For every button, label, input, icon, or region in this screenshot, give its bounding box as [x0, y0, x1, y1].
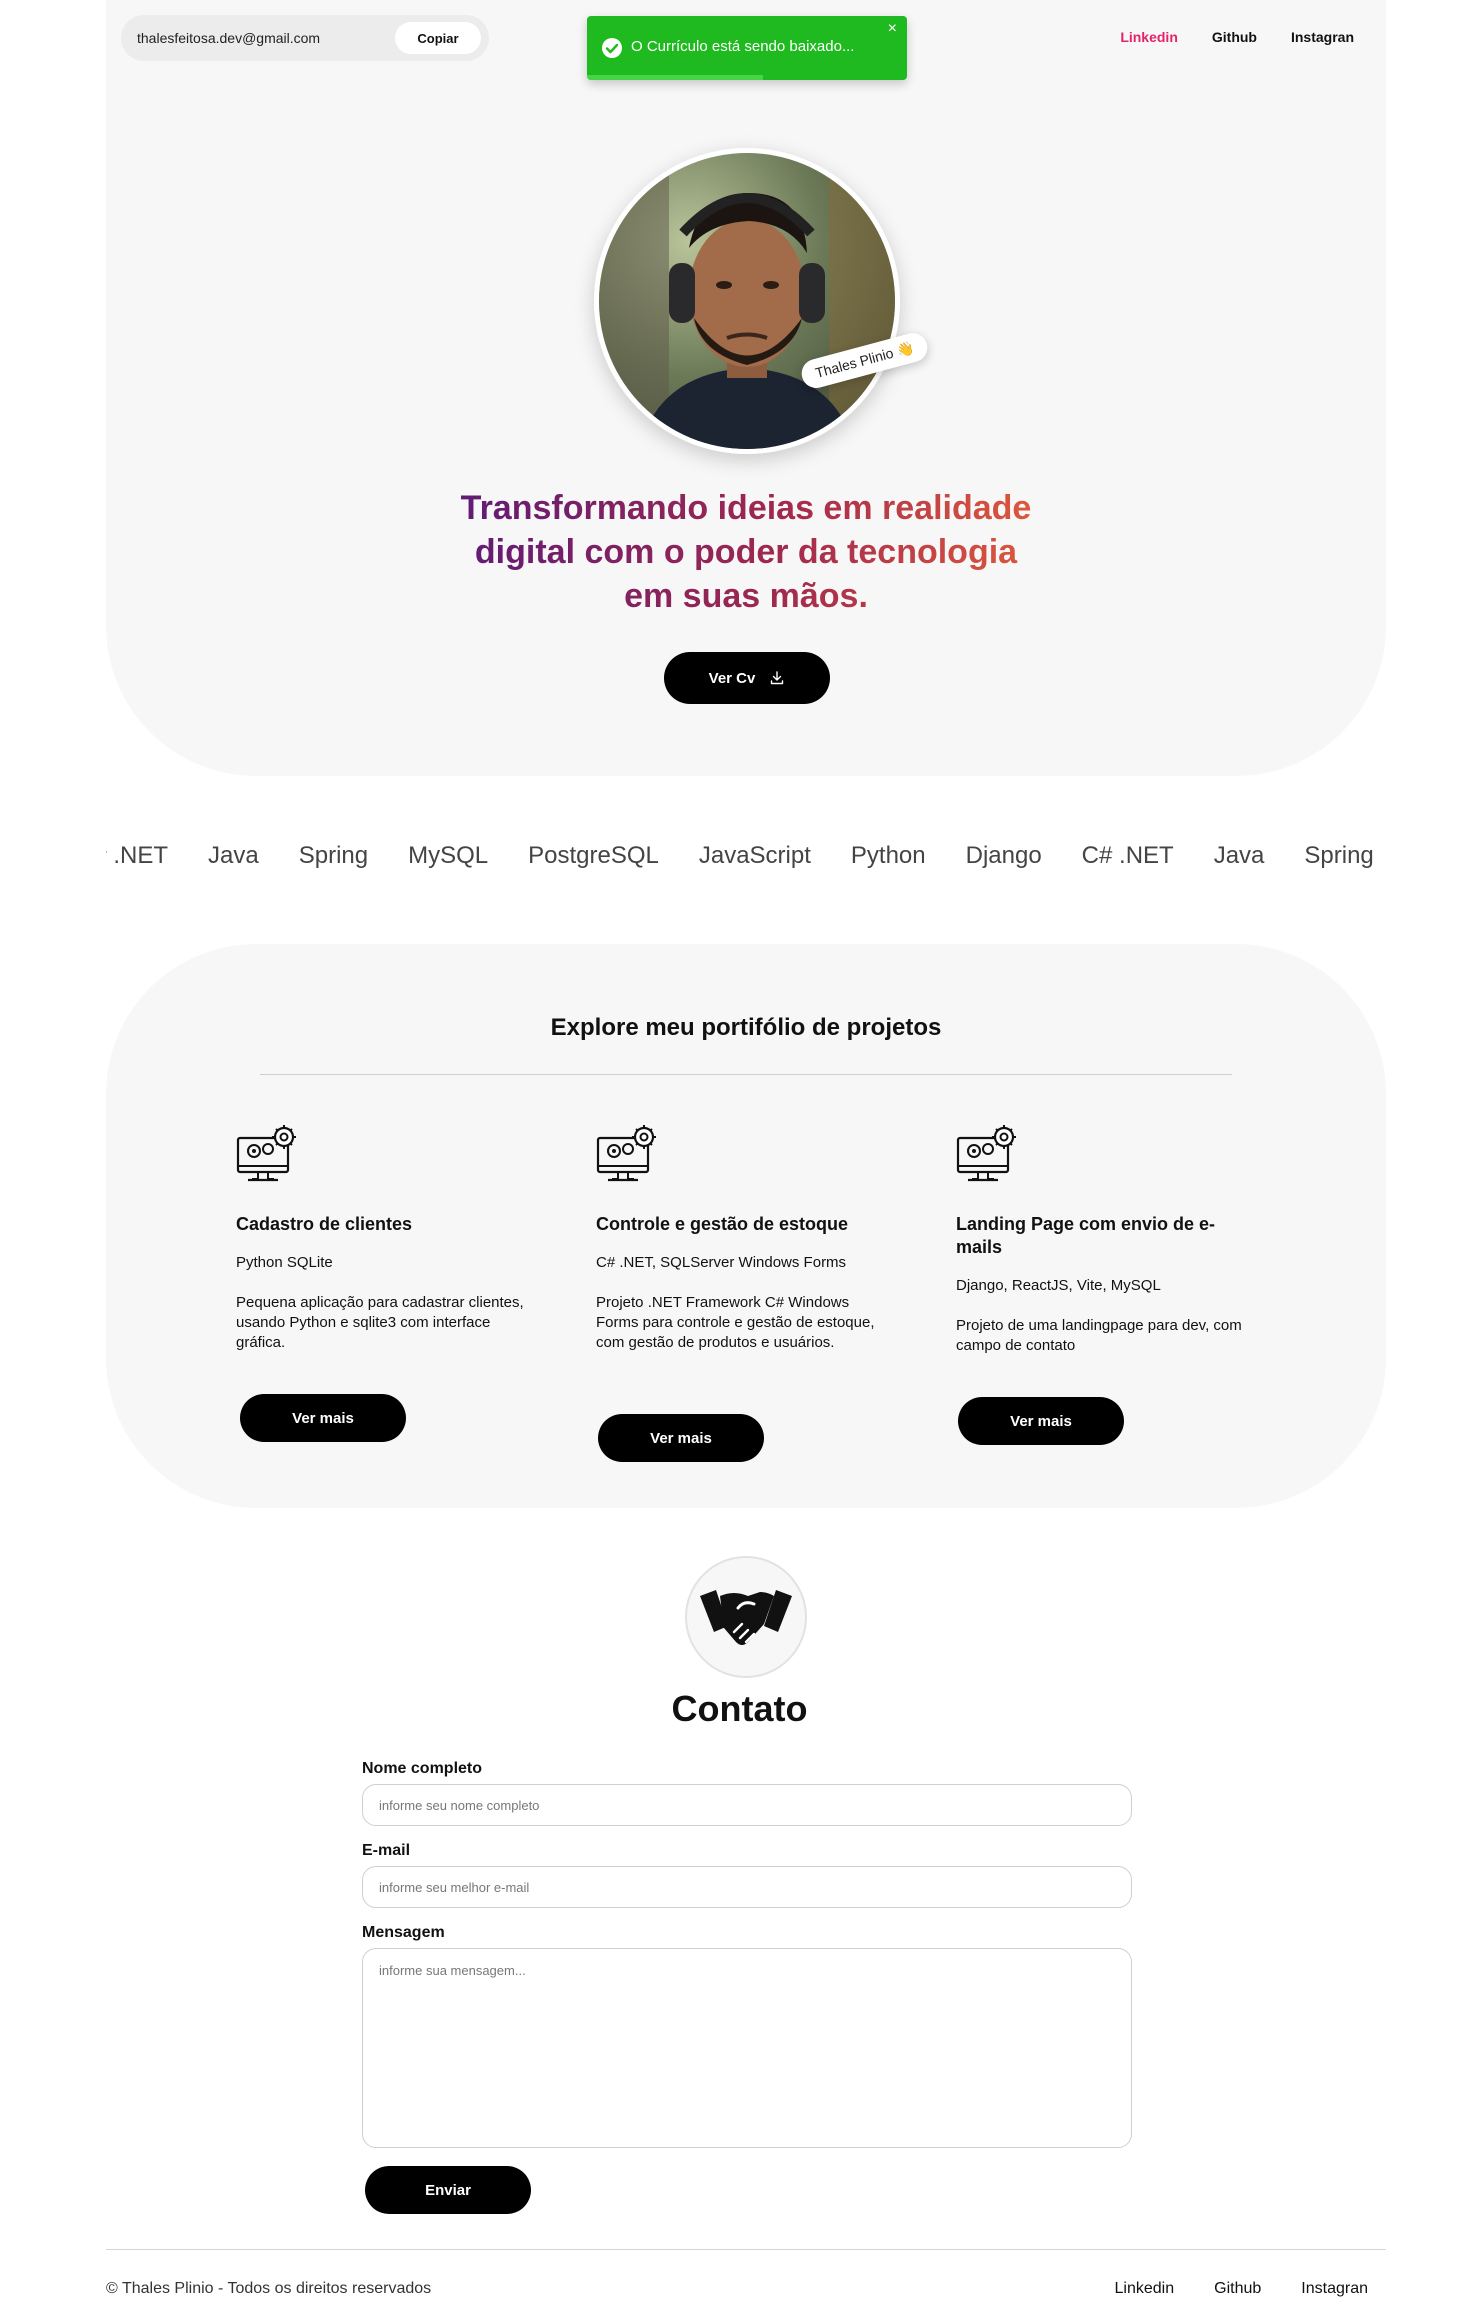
- skill-item: Spring: [1304, 842, 1374, 869]
- skill-item: Spring: [298, 842, 369, 869]
- project-title: Cadastro de clientes: [236, 1214, 413, 1234]
- skill-item: Python: [850, 842, 926, 869]
- project-more-button[interactable]: Ver mais: [598, 1414, 764, 1462]
- contact-form: Nome completo E-mail Mensagem: [362, 1760, 1132, 2169]
- footer-nav: Linkedin Github Instagran: [1115, 2280, 1368, 2298]
- project-title: Controle e gestão de estoque: [596, 1214, 849, 1234]
- project-more-button[interactable]: Ver mais: [958, 1397, 1124, 1445]
- footer-link-linkedin[interactable]: Linkedin: [1115, 2280, 1175, 2298]
- project-description: Pequena aplicação para cadastrar cliente…: [236, 1294, 524, 1351]
- footer-link-instagram[interactable]: Instagran: [1301, 2280, 1368, 2298]
- toast-progress-bar: [587, 75, 763, 80]
- skill-item: Java: [1213, 842, 1265, 869]
- message-group: Mensagem: [362, 1924, 1132, 2153]
- name-group: Nome completo: [362, 1760, 1132, 1826]
- project-title: Landing Page com envio de e-mails: [956, 1214, 1216, 1257]
- project-description: Projeto de uma landingpage para dev, com…: [956, 1317, 1242, 1354]
- footer-copyright: © Thales Plinio - Todos os direitos rese…: [106, 2280, 432, 2297]
- name-label: Nome completo: [362, 1760, 483, 1777]
- computer-gear-icon: [596, 1125, 656, 1182]
- message-label: Mensagem: [362, 1924, 445, 1941]
- project-card: Landing Page com envio de e-mails Django…: [956, 1124, 1246, 1356]
- check-circle-icon: [602, 38, 622, 58]
- email-label: E-mail: [362, 1842, 411, 1859]
- message-textarea[interactable]: [362, 1948, 1132, 2148]
- nav-link-instagram[interactable]: Instagran: [1291, 29, 1354, 45]
- copy-email-button[interactable]: Copiar: [395, 22, 481, 54]
- portfolio-title: Explore meu portifólio de projetos: [550, 1014, 942, 1041]
- nav-link-github[interactable]: Github: [1212, 29, 1257, 45]
- email-input[interactable]: [362, 1866, 1132, 1908]
- waving-hand-icon: 👋: [894, 339, 916, 360]
- view-cv-label: Ver Cv: [708, 669, 756, 687]
- hero-section: thalesfeitosa.dev@gmail.com Copiar Linke…: [106, 0, 1386, 776]
- project-tech: Django, ReactJS, Vite, MySQL: [956, 1277, 1161, 1294]
- project-card: Controle e gestão de estoque C# .NET, SQ…: [596, 1124, 886, 1353]
- computer-gear-icon: [956, 1125, 1016, 1182]
- nav-link-linkedin[interactable]: Linkedin: [1120, 29, 1178, 45]
- skill-item: JavaScript: [698, 842, 811, 869]
- download-toast: O Currículo está sendo baixado... ×: [587, 16, 907, 80]
- footer-link-github[interactable]: Github: [1214, 2280, 1261, 2298]
- project-card: Cadastro de clientes Python SQLite Peque…: [236, 1124, 526, 1353]
- project-tech: C# .NET, SQLServer Windows Forms: [596, 1254, 847, 1271]
- contact-title: Contato: [671, 1688, 808, 1729]
- close-icon[interactable]: ×: [888, 20, 897, 38]
- handshake-icon: [700, 1590, 792, 1645]
- project-more-button[interactable]: Ver mais: [240, 1394, 406, 1442]
- portfolio-divider: [260, 1074, 1232, 1075]
- project-tech: Python SQLite: [236, 1254, 333, 1271]
- skills-ticker-track: C# .NET Java Spring MySQL PostgreSQL JavaScri…: [106, 842, 1386, 870]
- view-cv-button[interactable]: Ver Cv: [664, 652, 830, 704]
- download-icon: [771, 671, 784, 685]
- profile-photo-illustration: [599, 153, 895, 449]
- email-group: E-mail: [362, 1842, 1132, 1908]
- name-input[interactable]: [362, 1784, 1132, 1826]
- handshake-icon-circle: [685, 1556, 807, 1678]
- project-description: Projeto .NET Framework C# Windows Forms …: [596, 1294, 875, 1351]
- email-text: thalesfeitosa.dev@gmail.com: [137, 30, 321, 46]
- profile-photo: [594, 148, 900, 454]
- skill-item: PostgreSQL: [528, 842, 659, 869]
- skill-item: MySQL: [408, 842, 489, 869]
- footer-divider: [106, 2249, 1386, 2250]
- top-nav: Linkedin Github Instagran: [1120, 29, 1354, 45]
- profile-photo-wrapper: Thales Plinio 👋: [594, 148, 932, 454]
- send-button[interactable]: Enviar: [365, 2166, 531, 2214]
- email-copy-box: thalesfeitosa.dev@gmail.com Copiar: [121, 15, 489, 61]
- skill-item: Django: [965, 842, 1042, 869]
- toast-message: O Currículo está sendo baixado...: [631, 38, 855, 55]
- computer-gear-icon: [236, 1125, 296, 1182]
- skill-item: C# .NET: [1081, 842, 1174, 869]
- portfolio-section: Explore meu portifólio de projetos Cadas…: [106, 944, 1386, 1508]
- hero-headline: Transformando ideias em realidade digita…: [446, 486, 1046, 618]
- skill-item: C# .NET: [106, 842, 169, 869]
- skill-item: Java: [208, 842, 259, 869]
- skills-ticker: C# .NET Java Spring MySQL PostgreSQL JavaScri…: [106, 842, 1386, 882]
